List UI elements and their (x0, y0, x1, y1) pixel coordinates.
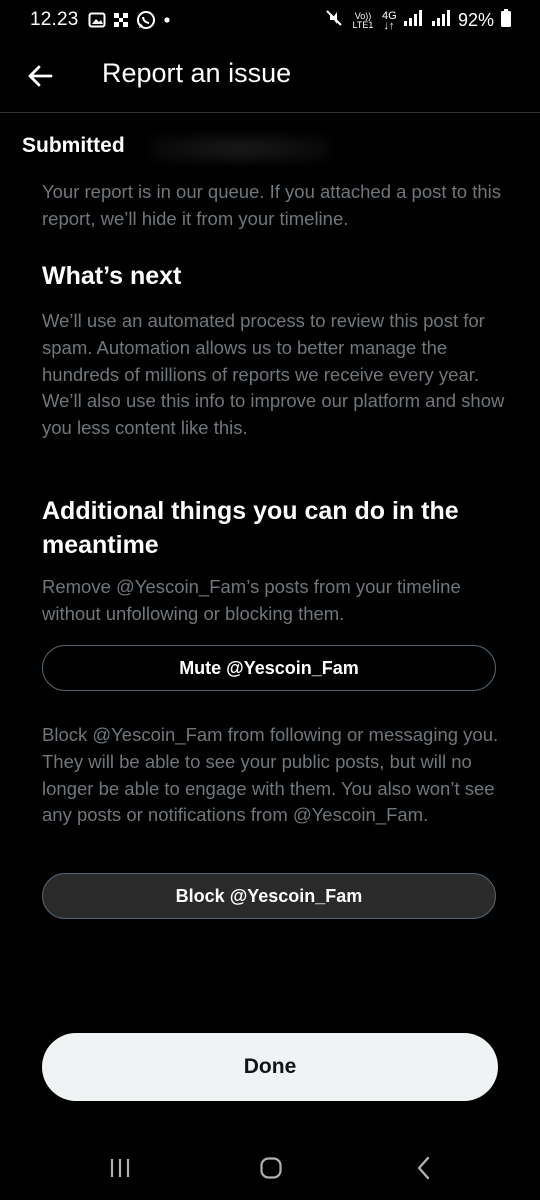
recents-icon (110, 1159, 130, 1177)
volte-icon: Vo)) LTE1 (350, 10, 376, 30)
network-type: 4G ↓↑ (381, 9, 397, 32)
submitted-text: Your report is in our queue. If you atta… (42, 181, 502, 229)
network-label: 4G (381, 9, 397, 22)
header: Report an issue (0, 40, 540, 113)
signal-icon (402, 9, 424, 32)
status-bar: 12.23 Vo)) LTE1 4G ↓↑ 92% (0, 0, 540, 40)
mute-description: Remove @Yescoin_Fam’s posts from your ti… (42, 576, 461, 624)
recents-button[interactable] (100, 1153, 140, 1183)
grid-app-icon (112, 11, 130, 29)
gallery-icon (88, 11, 106, 29)
additional-heading: Additional things you can do in the mean… (42, 497, 459, 559)
battery-icon (500, 8, 512, 33)
notification-icons (88, 10, 172, 30)
battery-percent: 92% (457, 10, 494, 30)
arrow-left-icon (28, 65, 53, 87)
done-button[interactable]: Done (42, 1033, 498, 1101)
submitted-label: Submitted (22, 134, 125, 157)
whatsapp-icon (136, 10, 156, 30)
dot-icon (162, 11, 172, 29)
whats-next-text: We’ll use an automated process to review… (42, 310, 505, 439)
volte-label: Vo)) LTE1 (352, 10, 374, 30)
status-time: 12.23 (30, 9, 79, 30)
back-button[interactable] (20, 58, 60, 94)
mute-icon (324, 8, 344, 33)
block-button[interactable]: Block @Yescoin_Fam (42, 873, 496, 919)
block-description: Block @Yescoin_Fam from following or mes… (42, 724, 499, 826)
whats-next-heading: What’s next (42, 262, 182, 290)
system-icons: Vo)) LTE1 4G ↓↑ 92% (324, 8, 512, 33)
blurred-redaction (150, 134, 330, 164)
page-title: Report an issue (102, 58, 292, 88)
system-nav-bar (0, 1135, 540, 1200)
mute-button[interactable]: Mute @Yescoin_Fam (42, 645, 496, 691)
signal-icon-2 (430, 9, 452, 32)
nav-back-button[interactable] (404, 1153, 444, 1183)
home-icon (260, 1157, 282, 1179)
back-icon (417, 1156, 430, 1180)
home-button[interactable] (251, 1153, 291, 1183)
